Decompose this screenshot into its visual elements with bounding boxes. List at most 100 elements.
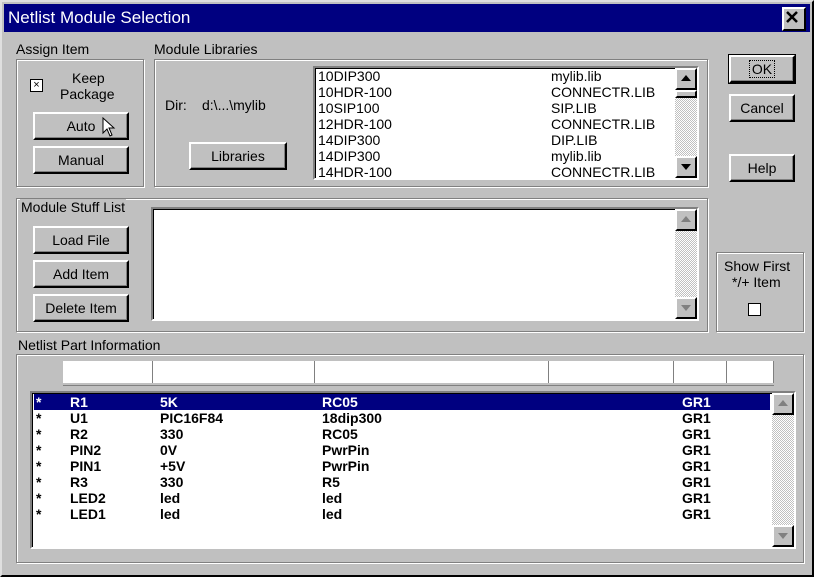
library-list-scrollbar[interactable] [675,68,697,178]
part-module: led [322,506,343,522]
row-mark: * [36,506,42,522]
libraries-button-label: Libraries [211,148,265,164]
row-mark: * [36,474,42,490]
help-button[interactable]: Help [729,154,795,182]
part-ref: LED2 [70,490,106,506]
netlist-part-information-label: Netlist Part Information [18,337,161,353]
column-header-lib[interactable] [549,361,674,383]
show-first-checkbox[interactable] [748,303,761,316]
library-module-name: 14DIP300 [318,132,381,148]
manual-button-label: Manual [58,152,104,168]
library-module-name: 10SIP100 [318,100,380,116]
scroll-down-arrow-icon [778,533,788,539]
part-value: 330 [160,474,184,490]
part-group: GR1 [682,506,711,522]
part-value: 330 [160,426,184,442]
library-module-name: 10HDR-100 [318,84,392,100]
part-module: RC05 [322,394,358,410]
part-value: led [160,506,181,522]
keep-package-label-line2: Package [60,86,115,102]
part-ref: R3 [70,474,88,490]
part-group: GR1 [682,442,711,458]
library-scroll-thumb[interactable] [675,90,697,98]
library-list-item[interactable]: 14DIP300 DIP.LIB [317,132,667,148]
cancel-button[interactable]: Cancel [729,94,795,122]
manual-button[interactable]: Manual [33,146,129,174]
table-row[interactable]: * PIN1 +5V PwrPin GR1 [34,458,770,474]
cancel-button-label: Cancel [740,100,784,116]
part-module: PwrPin [322,458,370,474]
close-button[interactable] [782,7,806,31]
netlist-module-selection-dialog: Netlist Module Selection Assign Item × K… [0,0,814,577]
part-group: GR1 [682,474,711,490]
module-stuff-list-label: Module Stuff List [20,199,127,215]
load-file-button-label: Load File [52,232,110,248]
library-list-item[interactable]: 10SIP100 SIP.LIB [317,100,667,116]
library-file-name: CONNECTR.LIB [551,164,656,180]
load-file-button[interactable]: Load File [33,226,129,254]
library-scroll-down-button[interactable] [675,156,697,178]
title-bar[interactable]: Netlist Module Selection [4,4,810,32]
part-ref: R1 [70,394,88,410]
library-scroll-up-button[interactable] [675,68,697,90]
library-list-item[interactable]: 10HDR-100 CONNECTR.LIB [317,84,667,100]
library-file-name: SIP.LIB [551,100,597,116]
table-row[interactable]: * R2 330 RC05 GR1 [34,426,770,442]
scroll-down-arrow-icon [681,164,691,170]
help-button-label: Help [747,160,777,176]
part-value: 0V [160,442,178,458]
ok-button[interactable]: OK [728,54,796,84]
table-row[interactable]: * R3 330 R5 GR1 [34,474,770,490]
stuff-scroll-up-button[interactable] [675,209,697,231]
table-row[interactable]: * LED1 led led GR1 [34,506,770,522]
module-stuff-list[interactable] [151,207,699,321]
part-group: GR1 [682,458,711,474]
row-mark: * [36,394,42,410]
row-mark: * [36,490,42,506]
table-row[interactable]: * PIN2 0V PwrPin GR1 [34,442,770,458]
table-row[interactable]: * LED2 led led GR1 [34,490,770,506]
library-module-name: 14DIP300 [318,148,381,164]
part-value: led [160,490,181,506]
part-value: PIC16F84 [160,410,224,426]
stuff-scroll-down-button[interactable] [675,297,697,319]
column-header-value[interactable] [153,361,315,383]
row-mark: * [36,426,42,442]
dir-label: Dir: [165,97,187,113]
part-module: 18dip300 [322,410,382,426]
keep-package-checkbox[interactable]: × [30,79,43,92]
auto-button-label: Auto [66,118,96,134]
library-file-name: CONNECTR.LIB [551,84,656,100]
part-ref: U1 [70,410,88,426]
check-mark-icon: × [33,79,40,91]
row-mark: * [36,458,42,474]
scroll-up-arrow-icon [681,75,691,81]
library-list-item[interactable]: 10DIP300 mylib.lib [317,68,667,84]
part-scroll-up-button[interactable] [772,393,794,415]
library-list-item[interactable]: 12HDR-100 CONNECTR.LIB [317,116,667,132]
column-header-group[interactable] [674,361,727,383]
column-header-extra[interactable] [727,361,774,383]
part-scroll-down-button[interactable] [772,525,794,547]
library-list-item[interactable]: 14HDR-100 CONNECTR.LIB [317,164,667,180]
part-group: GR1 [682,490,711,506]
column-header-ref[interactable] [63,361,153,383]
column-header-module[interactable] [315,361,549,383]
part-group: GR1 [682,394,711,410]
part-value: 5K [160,394,178,410]
netlist-part-list[interactable]: * R1 5K RC05 GR1 * U1 PIC16F84 18dip300 GR1 * R2 330… [30,391,796,549]
libraries-button[interactable]: Libraries [189,142,287,170]
stuff-list-scrollbar[interactable] [675,209,697,319]
library-file-name: mylib.lib [551,68,602,84]
part-list-scrollbar[interactable] [772,393,794,547]
add-item-button[interactable]: Add Item [33,260,129,288]
table-row[interactable]: * R1 5K RC05 GR1 [34,394,770,410]
delete-item-button[interactable]: Delete Item [33,294,129,322]
part-ref: PIN1 [70,458,102,474]
library-list-item[interactable]: 14DIP300 mylib.lib [317,148,667,164]
scroll-up-arrow-icon [681,216,691,222]
library-module-name: 12HDR-100 [318,116,392,132]
table-row[interactable]: * U1 PIC16F84 18dip300 GR1 [34,410,770,426]
module-library-list[interactable]: 10DIP300 mylib.lib 10HDR-100 CONNECTR.LIB 10… [313,66,699,180]
part-value: +5V [160,458,186,474]
